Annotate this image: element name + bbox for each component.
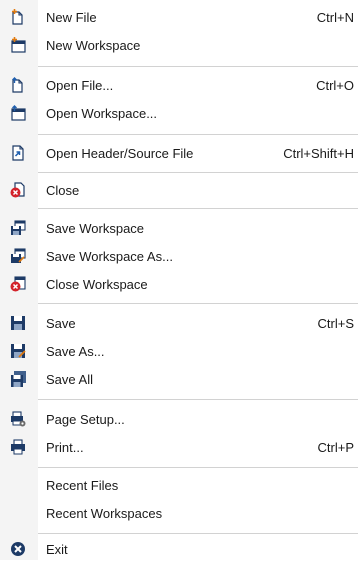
shortcut-label: Ctrl+P (317, 439, 354, 455)
shortcut-label: Ctrl+O (316, 77, 354, 93)
menu-separator (38, 134, 358, 135)
menu-separator (38, 208, 358, 209)
menu-item-page-setup[interactable]: Page Setup... (0, 406, 358, 432)
page-setup-icon (11, 411, 26, 427)
menu-item-new-file[interactable]: New File Ctrl+N (0, 4, 358, 30)
open-file-icon (12, 77, 23, 93)
exit-icon (11, 542, 25, 556)
save-workspace-as-icon (11, 248, 26, 263)
menu-item-label: New File (46, 9, 97, 25)
menu-item-print[interactable]: Print... Ctrl+P (0, 434, 358, 460)
close-workspace-icon (10, 276, 26, 292)
shortcut-label: Ctrl+S (317, 315, 354, 331)
menu-item-exit[interactable]: Exit (0, 536, 358, 562)
menu-item-save-as[interactable]: Save As... (0, 338, 358, 364)
save-all-icon (11, 371, 26, 387)
menu-separator (38, 66, 358, 67)
menu-item-label: New Workspace (46, 37, 141, 53)
menu-item-label: Page Setup... (46, 411, 125, 427)
menu-item-label: Open Workspace... (46, 105, 158, 121)
shortcut-label: Ctrl+N (316, 9, 354, 25)
menu-item-label: Open Header/Source File (46, 145, 194, 161)
menu-item-open-file[interactable]: Open File... Ctrl+O (0, 72, 358, 98)
menu-item-label: Save Workspace (46, 220, 145, 236)
save-as-icon (11, 344, 26, 358)
switch-header-source-icon (12, 145, 24, 161)
save-icon (11, 316, 25, 330)
menu-item-label: Print... (46, 439, 84, 455)
menu-item-close[interactable]: Close (0, 177, 358, 203)
new-file-icon (12, 9, 23, 25)
menu-item-label: Exit (46, 541, 68, 557)
menu-item-close-workspace[interactable]: Close Workspace (0, 271, 358, 297)
menu-separator (38, 303, 358, 304)
menu-separator (38, 533, 358, 534)
menu-item-open-workspace[interactable]: Open Workspace... (0, 100, 358, 126)
new-workspace-icon (11, 37, 26, 53)
menu-item-save[interactable]: Save Ctrl+S (0, 310, 358, 336)
menu-item-label: Save (46, 315, 76, 331)
menu-item-label: Save Workspace As... (46, 248, 173, 264)
menu-item-label: Save As... (46, 343, 105, 359)
menu-item-save-all[interactable]: Save All (0, 366, 358, 392)
menu-item-recent-files[interactable]: Recent Files (0, 472, 358, 498)
menu-item-label: Close (46, 182, 80, 198)
print-icon (11, 439, 25, 455)
menu-item-save-workspace[interactable]: Save Workspace (0, 215, 358, 241)
menu-separator (38, 399, 358, 400)
menu-item-new-workspace[interactable]: New Workspace (0, 32, 358, 58)
menu-item-recent-workspaces[interactable]: Recent Workspaces (0, 500, 358, 526)
shortcut-label: Ctrl+Shift+H (283, 145, 354, 161)
menu-item-label: Close Workspace (46, 276, 148, 292)
menu-item-label: Recent Files (46, 477, 119, 493)
close-file-icon (10, 182, 25, 198)
menu-item-label: Save All (46, 371, 93, 387)
open-workspace-icon (11, 105, 26, 121)
menu-item-open-header-source[interactable]: Open Header/Source File Ctrl+Shift+H (0, 140, 358, 166)
menu-separator (38, 467, 358, 468)
menu-item-save-workspace-as[interactable]: Save Workspace As... (0, 243, 358, 269)
file-menu: New File Ctrl+N New Workspace Open File.… (0, 0, 358, 560)
menu-item-label: Open File... (46, 77, 114, 93)
menu-item-label: Recent Workspaces (46, 505, 163, 521)
save-workspace-icon (11, 220, 26, 235)
menu-separator (38, 172, 358, 173)
